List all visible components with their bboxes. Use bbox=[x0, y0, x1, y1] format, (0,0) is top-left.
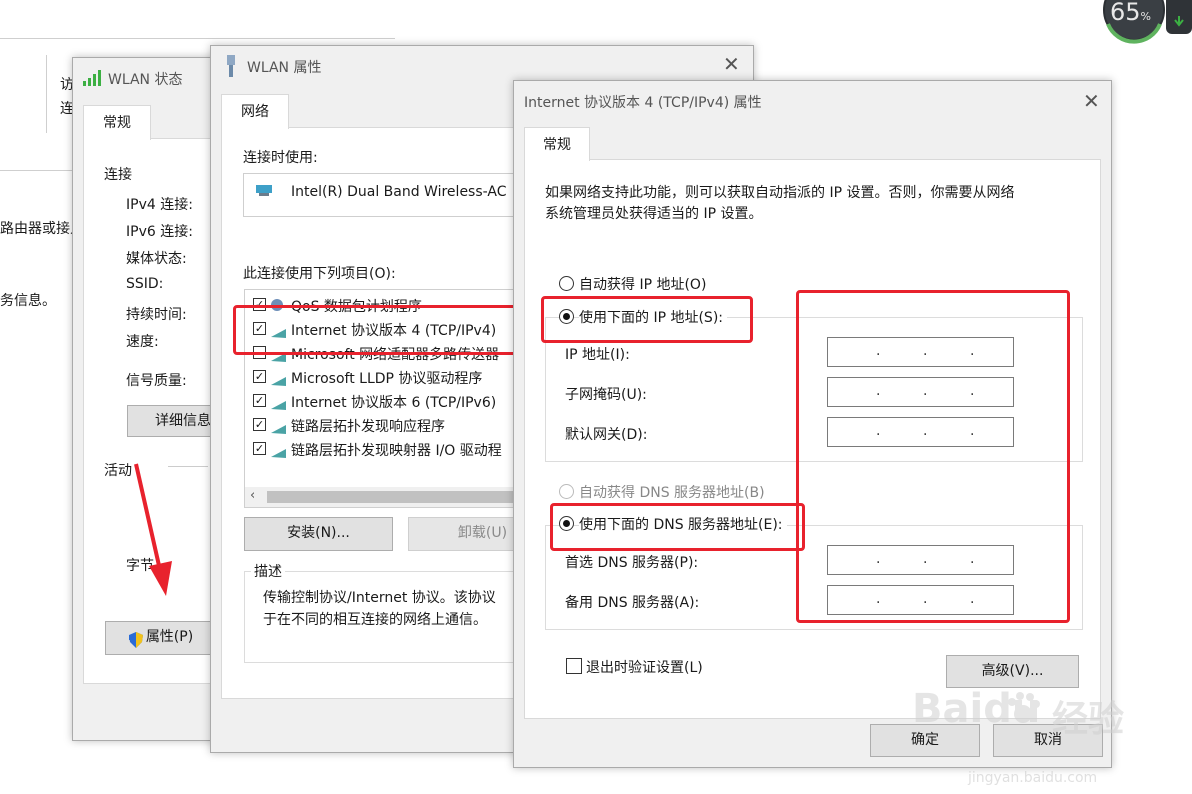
nic-icon bbox=[256, 183, 274, 197]
section-activity: 活动 bbox=[104, 463, 132, 479]
horizontal-scrollbar[interactable]: ‹ bbox=[245, 487, 545, 507]
items-label: 此连接使用下列项目(O): bbox=[243, 266, 396, 282]
list-item-label: Internet 协议版本 6 (TCP/IPv6) bbox=[291, 395, 497, 411]
checkbox[interactable]: ✓ bbox=[253, 394, 266, 407]
protocol-icon bbox=[271, 422, 286, 434]
signal-quality-label: 信号质量: bbox=[126, 373, 187, 389]
description-text: 于在不同的相互连接的网络上通信。 bbox=[263, 612, 487, 628]
close-icon[interactable]: ✕ bbox=[1083, 89, 1100, 113]
status-row-label: IPv4 连接: bbox=[126, 197, 193, 213]
status-row-label: 速度: bbox=[126, 334, 159, 350]
list-item-label: Microsoft LLDP 协议驱动程序 bbox=[291, 371, 483, 387]
auto-dns-label: 自动获得 DNS 服务器地址(B) bbox=[579, 485, 765, 501]
performance-widget: 65% bbox=[1092, 0, 1192, 48]
connect-using-label: 连接时使用: bbox=[243, 150, 318, 166]
highlight-manual-ip bbox=[541, 296, 753, 343]
bg-divider bbox=[0, 38, 395, 39]
install-button[interactable]: 安装(N)... bbox=[244, 517, 393, 551]
section-connection: 连接 bbox=[104, 167, 132, 183]
window-title: Internet 协议版本 4 (TCP/IPv4) 属性 bbox=[524, 95, 762, 111]
bg-text: 务信息。 bbox=[0, 293, 56, 309]
protocol-icon bbox=[271, 398, 286, 410]
watermark-url: jingyan.baidu.com bbox=[968, 770, 1098, 786]
auto-ip-label: 自动获得 IP 地址(O) bbox=[579, 277, 707, 293]
ip-address-label: IP 地址(I): bbox=[565, 347, 630, 363]
bg-text: 路由器或接入 bbox=[0, 221, 72, 237]
properties-label: 属性(P) bbox=[145, 629, 194, 645]
network-adapter-icon bbox=[225, 55, 237, 77]
scroll-thumb[interactable] bbox=[267, 491, 517, 503]
protocol-icon bbox=[271, 374, 286, 386]
bg-divider-vertical bbox=[46, 55, 47, 133]
tab-general[interactable]: 常规 bbox=[524, 127, 590, 161]
widget-percent-unit: % bbox=[1140, 10, 1151, 23]
adapter-box: Intel(R) Dual Band Wireless-AC bbox=[243, 173, 545, 217]
auto-ip-radio[interactable] bbox=[559, 276, 574, 291]
list-item-label: 链路层拓扑发现映射器 I/O 驱动程 bbox=[291, 443, 502, 459]
properties-button[interactable]: 属性(P) bbox=[105, 621, 217, 655]
list-item-label: 链路层拓扑发现响应程序 bbox=[291, 419, 445, 435]
widget-percent-value: 65 bbox=[1110, 0, 1141, 26]
checkbox[interactable]: ✓ bbox=[253, 418, 266, 431]
wifi-signal-icon bbox=[82, 70, 104, 86]
intro-text: 如果网络支持此功能，则可以获取自动指派的 IP 设置。否则，你需要从网络 bbox=[545, 185, 1015, 201]
gateway-label: 默认网关(D): bbox=[565, 427, 648, 443]
auto-dns-radio[interactable] bbox=[559, 484, 574, 499]
preferred-dns-label: 首选 DNS 服务器(P): bbox=[565, 555, 699, 571]
shield-icon bbox=[128, 629, 143, 648]
adapter-name: Intel(R) Dual Band Wireless-AC bbox=[291, 184, 507, 200]
paw-icon bbox=[1006, 692, 1040, 726]
status-row-label: 持续时间: bbox=[126, 307, 187, 323]
validate-checkbox[interactable] bbox=[566, 658, 582, 674]
status-row-label: 媒体状态: bbox=[126, 251, 187, 267]
status-row-label: SSID: bbox=[126, 276, 164, 292]
tab-network[interactable]: 网络 bbox=[221, 94, 289, 129]
window-title: WLAN 状态 bbox=[108, 72, 183, 88]
bg-divider bbox=[0, 170, 80, 171]
highlight-ipv4-item bbox=[233, 305, 523, 355]
protocol-icon bbox=[271, 446, 286, 458]
close-icon[interactable]: ✕ bbox=[723, 52, 740, 76]
description-text: 传输控制协议/Internet 协议。该协议 bbox=[263, 590, 496, 606]
window-title: WLAN 属性 bbox=[247, 60, 322, 76]
checkbox[interactable]: ✓ bbox=[253, 370, 266, 383]
validate-label: 退出时验证设置(L) bbox=[586, 660, 703, 676]
watermark-cn: 经验 bbox=[1052, 699, 1125, 740]
baidu-watermark: Baidu 经验 jingyan.baidu.com bbox=[912, 686, 1182, 794]
widget-percent: 65% bbox=[1110, 0, 1151, 26]
intro-text: 系统管理员处获得适当的 IP 设置。 bbox=[545, 206, 763, 222]
tab-general[interactable]: 常规 bbox=[83, 105, 151, 140]
status-row-label: IPv6 连接: bbox=[126, 224, 193, 240]
checkbox[interactable]: ✓ bbox=[253, 442, 266, 455]
highlight-manual-dns bbox=[550, 503, 805, 551]
red-arrow-annotation bbox=[134, 462, 178, 598]
highlight-address-fields bbox=[796, 290, 1070, 623]
alternate-dns-label: 备用 DNS 服务器(A): bbox=[565, 595, 700, 611]
scroll-left-icon[interactable]: ‹ bbox=[250, 488, 255, 503]
description-label: 描述 bbox=[251, 561, 285, 581]
advanced-button[interactable]: 高级(V)... bbox=[946, 655, 1079, 688]
subnet-label: 子网掩码(U): bbox=[565, 387, 647, 403]
